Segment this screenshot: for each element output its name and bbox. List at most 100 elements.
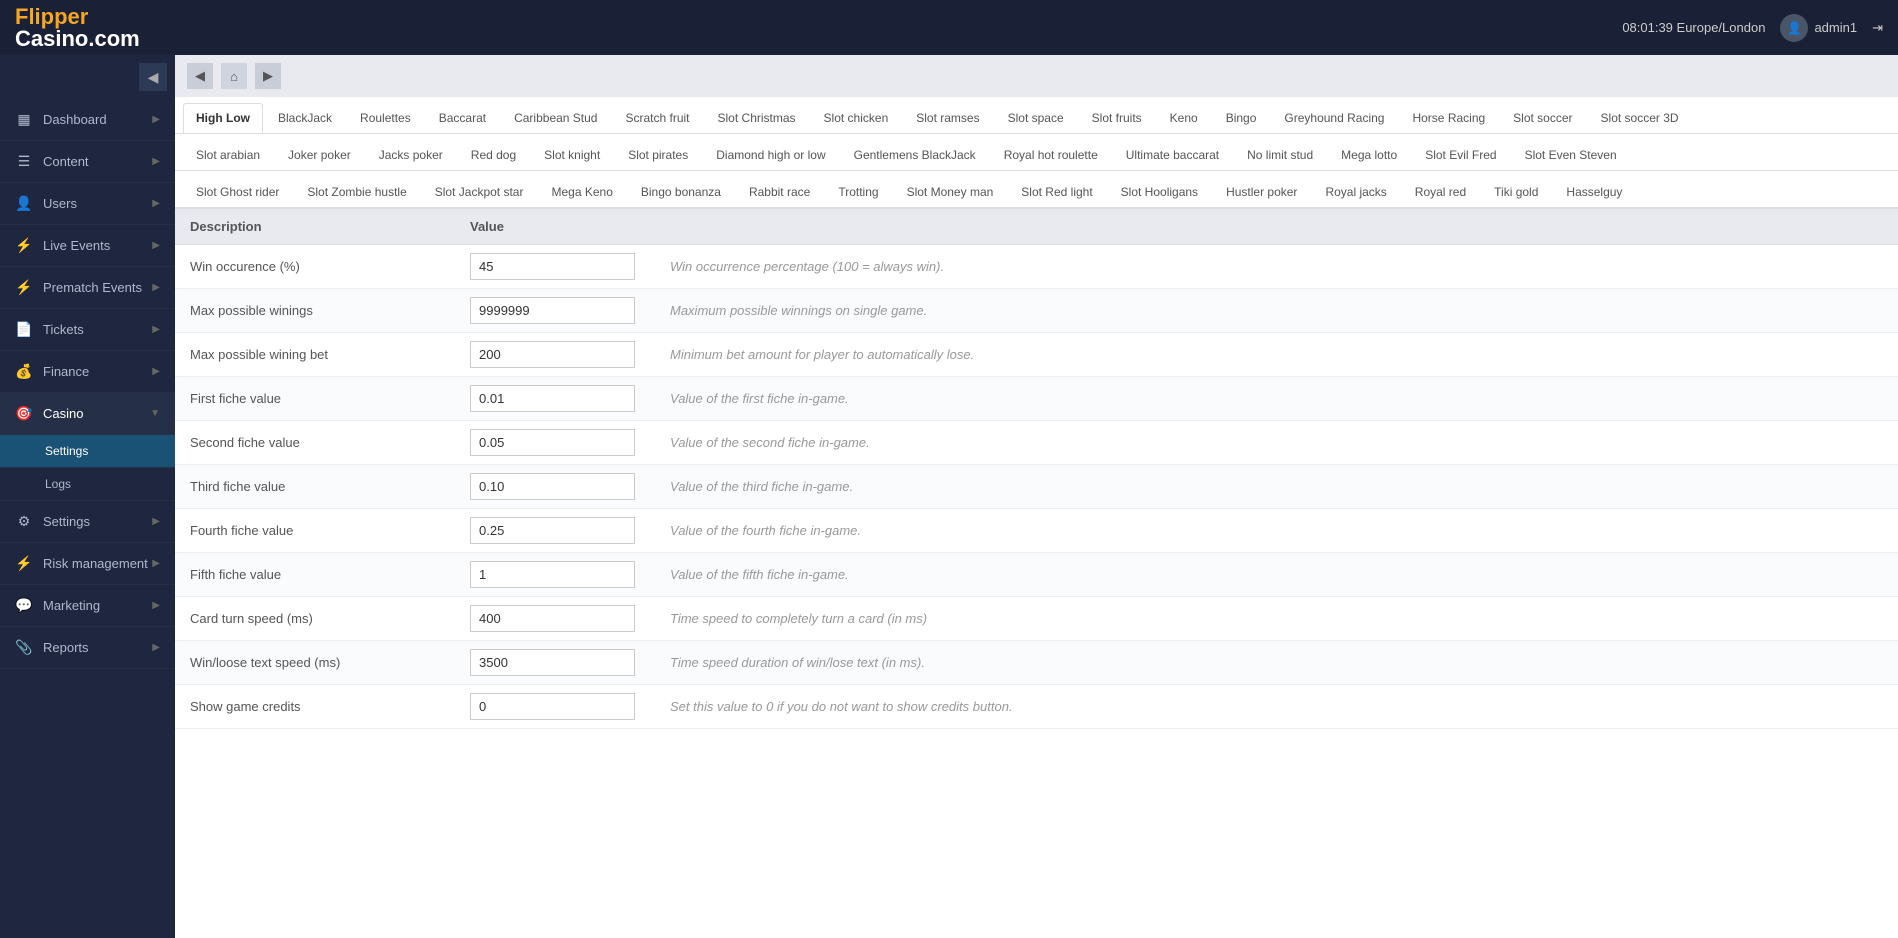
value-input[interactable] — [470, 297, 635, 324]
header-time: 08:01:39 Europe/London — [1622, 20, 1765, 35]
tab-slot-evil-fred[interactable]: Slot Evil Fred — [1412, 140, 1509, 170]
forward-button[interactable]: ▶ — [255, 63, 281, 89]
value-input[interactable] — [470, 429, 635, 456]
value-input[interactable] — [470, 517, 635, 544]
sidebar-item-content[interactable]: ☰ Content ▶ — [0, 141, 175, 183]
tab-bingo-bonanza[interactable]: Bingo bonanza — [628, 177, 734, 207]
tab-gentlemens-blackjack[interactable]: Gentlemens BlackJack — [841, 140, 989, 170]
tab-baccarat[interactable]: Baccarat — [426, 103, 499, 133]
tab-slot-money-man[interactable]: Slot Money man — [894, 177, 1007, 207]
sidebar-item-reports[interactable]: 📎 Reports ▶ — [0, 627, 175, 669]
tab-slot-hooligans[interactable]: Slot Hooligans — [1108, 177, 1211, 207]
tab-joker-poker[interactable]: Joker poker — [275, 140, 364, 170]
tab-royal-red[interactable]: Royal red — [1402, 177, 1479, 207]
tab-slot-christmas[interactable]: Slot Christmas — [705, 103, 809, 133]
tab-no-limit-stud[interactable]: No limit stud — [1234, 140, 1326, 170]
tab-slot-even-steven[interactable]: Slot Even Steven — [1512, 140, 1630, 170]
value-input[interactable] — [470, 605, 635, 632]
sidebar-sub-settings[interactable]: Settings — [0, 435, 175, 468]
sidebar-item-finance[interactable]: 💰 Finance ▶ — [0, 351, 175, 393]
sidebar-item-risk-management[interactable]: ⚡ Risk management ▶ — [0, 543, 175, 585]
logout-icon[interactable]: ⇥ — [1872, 20, 1883, 36]
prematch-icon: ⚡ — [15, 279, 33, 296]
tab-ultimate-baccarat[interactable]: Ultimate baccarat — [1113, 140, 1232, 170]
content-area: ◀ ⌂ ▶ High LowBlackJackRoulettesBaccarat… — [175, 55, 1898, 938]
value-input[interactable] — [470, 649, 635, 676]
tab-red-dog[interactable]: Red dog — [458, 140, 529, 170]
row-value — [455, 289, 655, 333]
tab-royal-jacks[interactable]: Royal jacks — [1312, 177, 1399, 207]
sidebar-item-users[interactable]: 👤 Users ▶ — [0, 183, 175, 225]
tab-slot-ramses[interactable]: Slot ramses — [903, 103, 992, 133]
tab-high-low[interactable]: High Low — [183, 103, 263, 134]
tab-bingo[interactable]: Bingo — [1213, 103, 1270, 133]
row-description: Fifth fiche value — [175, 553, 455, 597]
chevron-down-icon: ▼ — [150, 408, 160, 419]
tab-horse-racing[interactable]: Horse Racing — [1399, 103, 1498, 133]
sub-logs-label: Logs — [45, 477, 71, 491]
sidebar-item-settings[interactable]: ⚙ Settings ▶ — [0, 501, 175, 543]
tab-slot-fruits[interactable]: Slot fruits — [1079, 103, 1155, 133]
tab-tiki-gold[interactable]: Tiki gold — [1481, 177, 1551, 207]
row-description: Third fiche value — [175, 465, 455, 509]
tab-slot-red-light[interactable]: Slot Red light — [1008, 177, 1105, 207]
tab-diamond-high-or-low[interactable]: Diamond high or low — [703, 140, 838, 170]
username: admin1 — [1814, 20, 1857, 35]
value-input[interactable] — [470, 341, 635, 368]
value-input[interactable] — [470, 473, 635, 500]
row-hint: Maximum possible winnings on single game… — [655, 289, 1898, 333]
tab-rabbit-race[interactable]: Rabbit race — [736, 177, 823, 207]
row-description: Win occurence (%) — [175, 245, 455, 289]
sidebar-item-live-events[interactable]: ⚡ Live Events ▶ — [0, 225, 175, 267]
value-input[interactable] — [470, 561, 635, 588]
sidebar-label-users: Users — [43, 196, 77, 211]
value-input[interactable] — [470, 385, 635, 412]
row-description: Second fiche value — [175, 421, 455, 465]
tab-blackjack[interactable]: BlackJack — [265, 103, 345, 133]
sidebar-item-casino[interactable]: 🎯 Casino ▼ — [0, 393, 175, 435]
sidebar-sub-logs[interactable]: Logs — [0, 468, 175, 501]
sidebar-item-marketing[interactable]: 💬 Marketing ▶ — [0, 585, 175, 627]
tab-mega-lotto[interactable]: Mega lotto — [1328, 140, 1410, 170]
chevron-right-icon: ▶ — [152, 114, 160, 125]
sidebar-item-tickets[interactable]: 📄 Tickets ▶ — [0, 309, 175, 351]
table-row: Max possible wining bet Minimum bet amou… — [175, 333, 1898, 377]
tab-royal-hot-roulette[interactable]: Royal hot roulette — [991, 140, 1111, 170]
tab-jacks-poker[interactable]: Jacks poker — [366, 140, 456, 170]
back-button[interactable]: ◀ — [187, 63, 213, 89]
chevron-right-icon: ▶ — [152, 324, 160, 335]
tab-slot-jackpot-star[interactable]: Slot Jackpot star — [422, 177, 537, 207]
home-button[interactable]: ⌂ — [221, 63, 247, 89]
chevron-right-icon: ▶ — [152, 198, 160, 209]
tab-slot-soccer[interactable]: Slot soccer — [1500, 103, 1585, 133]
casino-icon: 🎯 — [15, 405, 33, 422]
tab-slot-space[interactable]: Slot space — [995, 103, 1077, 133]
tab-slot-zombie-hustle[interactable]: Slot Zombie hustle — [294, 177, 419, 207]
header-right: 08:01:39 Europe/London 👤 admin1 ⇥ — [1622, 14, 1883, 42]
logo-text: Flipper Casino.com — [15, 6, 140, 50]
tab-scratch-fruit[interactable]: Scratch fruit — [612, 103, 702, 133]
tab-keno[interactable]: Keno — [1157, 103, 1211, 133]
tab-trotting[interactable]: Trotting — [825, 177, 891, 207]
tab-slot-chicken[interactable]: Slot chicken — [811, 103, 902, 133]
tabs-row-3: Slot Ghost riderSlot Zombie hustleSlot J… — [175, 171, 1898, 208]
tab-hasselguy[interactable]: Hasselguy — [1553, 177, 1635, 207]
tab-slot-ghost-rider[interactable]: Slot Ghost rider — [183, 177, 292, 207]
tab-hustler-poker[interactable]: Hustler poker — [1213, 177, 1310, 207]
sidebar-item-dashboard[interactable]: ▦ Dashboard ▶ — [0, 99, 175, 141]
tab-greyhound-racing[interactable]: Greyhound Racing — [1271, 103, 1397, 133]
tab-slot-pirates[interactable]: Slot pirates — [615, 140, 701, 170]
tab-slot-knight[interactable]: Slot knight — [531, 140, 613, 170]
sidebar-label-risk: Risk management — [43, 556, 148, 571]
tab-mega-keno[interactable]: Mega Keno — [538, 177, 625, 207]
sidebar-label-finance: Finance — [43, 364, 89, 379]
sidebar-toggle-button[interactable]: ◀ — [139, 63, 167, 91]
tab-caribbean-stud[interactable]: Caribbean Stud — [501, 103, 610, 133]
tab-roulettes[interactable]: Roulettes — [347, 103, 424, 133]
value-input[interactable] — [470, 693, 635, 720]
sidebar-item-prematch-events[interactable]: ⚡ Prematch Events ▶ — [0, 267, 175, 309]
value-input[interactable] — [470, 253, 635, 280]
tab-slot-soccer-3d[interactable]: Slot soccer 3D — [1588, 103, 1692, 133]
content-icon: ☰ — [15, 153, 33, 170]
tab-slot-arabian[interactable]: Slot arabian — [183, 140, 273, 170]
